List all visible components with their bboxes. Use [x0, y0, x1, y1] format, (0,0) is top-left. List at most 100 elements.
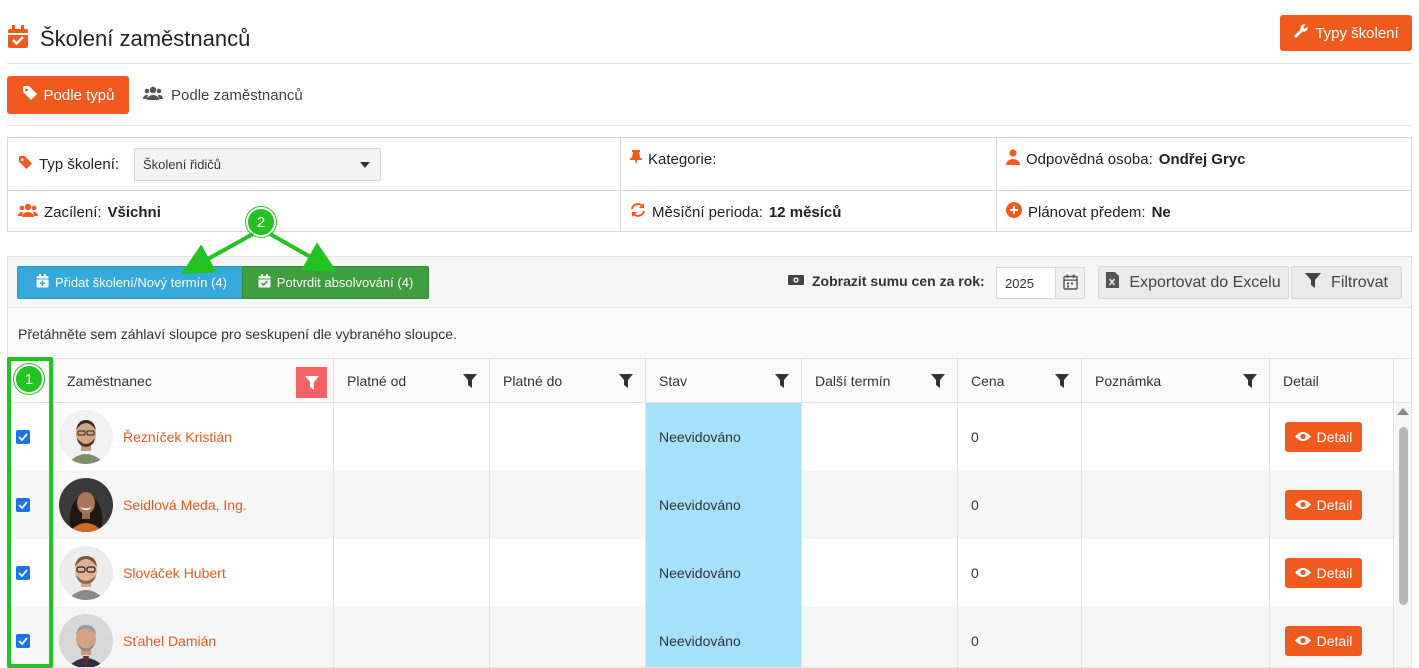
add-training-button[interactable]: Přidat školení/Nový termín (4): [17, 266, 246, 299]
scroll-up-arrow-icon[interactable]: [1397, 408, 1409, 415]
tab-by-types[interactable]: Podle typů: [7, 76, 129, 114]
grid-header: Zaměstnanec Platné od Platné do Stav Dal…: [8, 359, 1411, 403]
training-type-select[interactable]: Školení řidičů: [134, 148, 381, 181]
plan-ahead-field: Plánovat předem: Ne: [1006, 201, 1171, 223]
divider: [7, 125, 1412, 126]
tab-by-employees[interactable]: Podle zaměstnanců: [142, 76, 303, 114]
table-row[interactable]: Sťahel Damián Neevidováno 0 Detail: [8, 607, 1411, 667]
type-label: Typ školení:: [39, 155, 120, 173]
column-header-note[interactable]: Poznámka: [1082, 359, 1270, 403]
detail-button[interactable]: Detail: [1285, 626, 1362, 656]
period-field: Měsíční perioda: 12 měsíců: [630, 201, 841, 223]
filter-label: Filtrovat: [1331, 273, 1388, 291]
valid-to-cell: [490, 539, 646, 607]
active-filter-icon[interactable]: [296, 367, 327, 398]
column-header-detail[interactable]: Detail: [1270, 359, 1394, 403]
divider: [620, 138, 621, 231]
column-header-price[interactable]: Cena: [958, 359, 1082, 403]
training-type-value: Školení řidičů: [143, 157, 222, 172]
column-header-label: Platné od: [347, 373, 407, 389]
column-header-next-date[interactable]: Další termín: [802, 359, 958, 403]
divider: [8, 190, 1411, 191]
step-badge-1: 1: [14, 364, 44, 394]
training-types-button[interactable]: Typy školení: [1280, 15, 1412, 51]
note-cell: [1082, 607, 1270, 667]
responsible-label: Odpovědná osoba:: [1026, 150, 1153, 168]
targeting-field: Zacílení: Všichni: [17, 201, 161, 223]
export-excel-button[interactable]: Exportovat do Excelu: [1098, 266, 1289, 299]
avatar: [59, 546, 113, 600]
note-cell: [1082, 471, 1270, 539]
valid-to-cell: [490, 471, 646, 539]
checkbox-column-highlight: [7, 357, 53, 668]
employee-name-link[interactable]: Slováček Hubert: [123, 565, 226, 581]
column-header-employee[interactable]: Zaměstnanec: [54, 359, 334, 403]
filter-icon[interactable]: [931, 374, 945, 391]
detail-cell: Detail: [1270, 607, 1394, 667]
targeting-label: Zacílení:: [44, 203, 102, 221]
avatar: [59, 410, 113, 464]
column-header-status[interactable]: Stav: [646, 359, 802, 403]
column-header-valid-to[interactable]: Platné do: [490, 359, 646, 403]
next-date-cell: [802, 403, 958, 471]
period-value: 12 měsíců: [768, 203, 842, 221]
detail-button[interactable]: Detail: [1285, 422, 1362, 452]
add-training-label: Přidat školení/Nový termín (4): [55, 275, 227, 290]
caret-down-icon: [360, 162, 370, 168]
refresh-icon: [630, 202, 646, 222]
eye-icon: [1294, 565, 1311, 581]
price-cell: 0: [958, 471, 1082, 539]
column-header-valid-from[interactable]: Platné od: [334, 359, 490, 403]
calendar-check-icon: [7, 25, 29, 49]
vertical-scrollbar[interactable]: [1395, 403, 1411, 667]
employee-name-link[interactable]: Seidlová Meda, Ing.: [123, 497, 247, 513]
filter-icon[interactable]: [619, 374, 633, 391]
employee-name-link[interactable]: Sťahel Damián: [123, 633, 216, 649]
year-input[interactable]: 2025: [996, 267, 1056, 299]
plus-circle-icon: [1006, 202, 1022, 222]
detail-label: Detail: [1316, 633, 1353, 649]
step-badge-2: 2: [246, 207, 276, 237]
detail-button[interactable]: Detail: [1285, 490, 1362, 520]
table-row[interactable]: Slováček Hubert Neevidováno 0 Detail: [8, 539, 1411, 607]
tab-by-employees-label: Podle zaměstnanců: [171, 86, 303, 104]
detail-cell: Detail: [1270, 539, 1394, 607]
sum-year-text: Zobrazit sumu cen za rok:: [812, 273, 985, 289]
price-cell: 0: [958, 403, 1082, 471]
next-date-cell: [802, 607, 958, 667]
employee-cell: Řezníček Kristián: [54, 403, 334, 471]
filter-icon[interactable]: [1243, 374, 1257, 391]
filter-button[interactable]: Filtrovat: [1291, 266, 1402, 299]
page-title: Školení zaměstnanců: [40, 26, 251, 51]
scrollbar-thumb[interactable]: [1399, 427, 1408, 605]
column-header-label: Další termín: [815, 373, 891, 389]
avatar: [59, 614, 113, 667]
eye-icon: [1294, 429, 1311, 445]
responsible-value: Ondřej Gryc: [1158, 150, 1246, 168]
user-icon: [1006, 149, 1020, 169]
tag-icon: [18, 155, 33, 174]
table-row[interactable]: Řezníček Kristián Neevidováno 0 Detail: [8, 403, 1411, 471]
detail-button[interactable]: Detail: [1285, 558, 1362, 588]
employee-name-link[interactable]: Řezníček Kristián: [123, 429, 232, 445]
table-row[interactable]: Seidlová Meda, Ing. Neevidováno 0 Detail: [8, 471, 1411, 539]
detail-cell: Detail: [1270, 471, 1394, 539]
filter-icon[interactable]: [1055, 374, 1069, 391]
targeting-value: Všichni: [107, 203, 161, 221]
next-date-cell: [802, 471, 958, 539]
employee-cell: Sťahel Damián: [54, 607, 334, 667]
confirm-completion-button[interactable]: Potvrdit absolvování (4): [242, 266, 429, 299]
funnel-icon: [1305, 272, 1322, 293]
group-drop-zone[interactable]: Přetáhněte sem záhlaví sloupce pro sesku…: [8, 309, 1411, 359]
filter-icon[interactable]: [775, 374, 789, 391]
export-excel-label: Exportovat do Excelu: [1129, 273, 1281, 291]
avatar: [59, 478, 113, 532]
employees-grid: Přidat školení/Nový termín (4) Potvrdit …: [7, 256, 1412, 668]
valid-from-cell: [334, 471, 490, 539]
training-types-label: Typy školení: [1315, 24, 1399, 42]
calendar-picker-button[interactable]: [1055, 267, 1085, 299]
valid-to-cell: [490, 403, 646, 471]
column-header-label: Detail: [1283, 373, 1319, 389]
filter-icon[interactable]: [463, 374, 477, 391]
period-label: Měsíční perioda:: [652, 203, 763, 221]
